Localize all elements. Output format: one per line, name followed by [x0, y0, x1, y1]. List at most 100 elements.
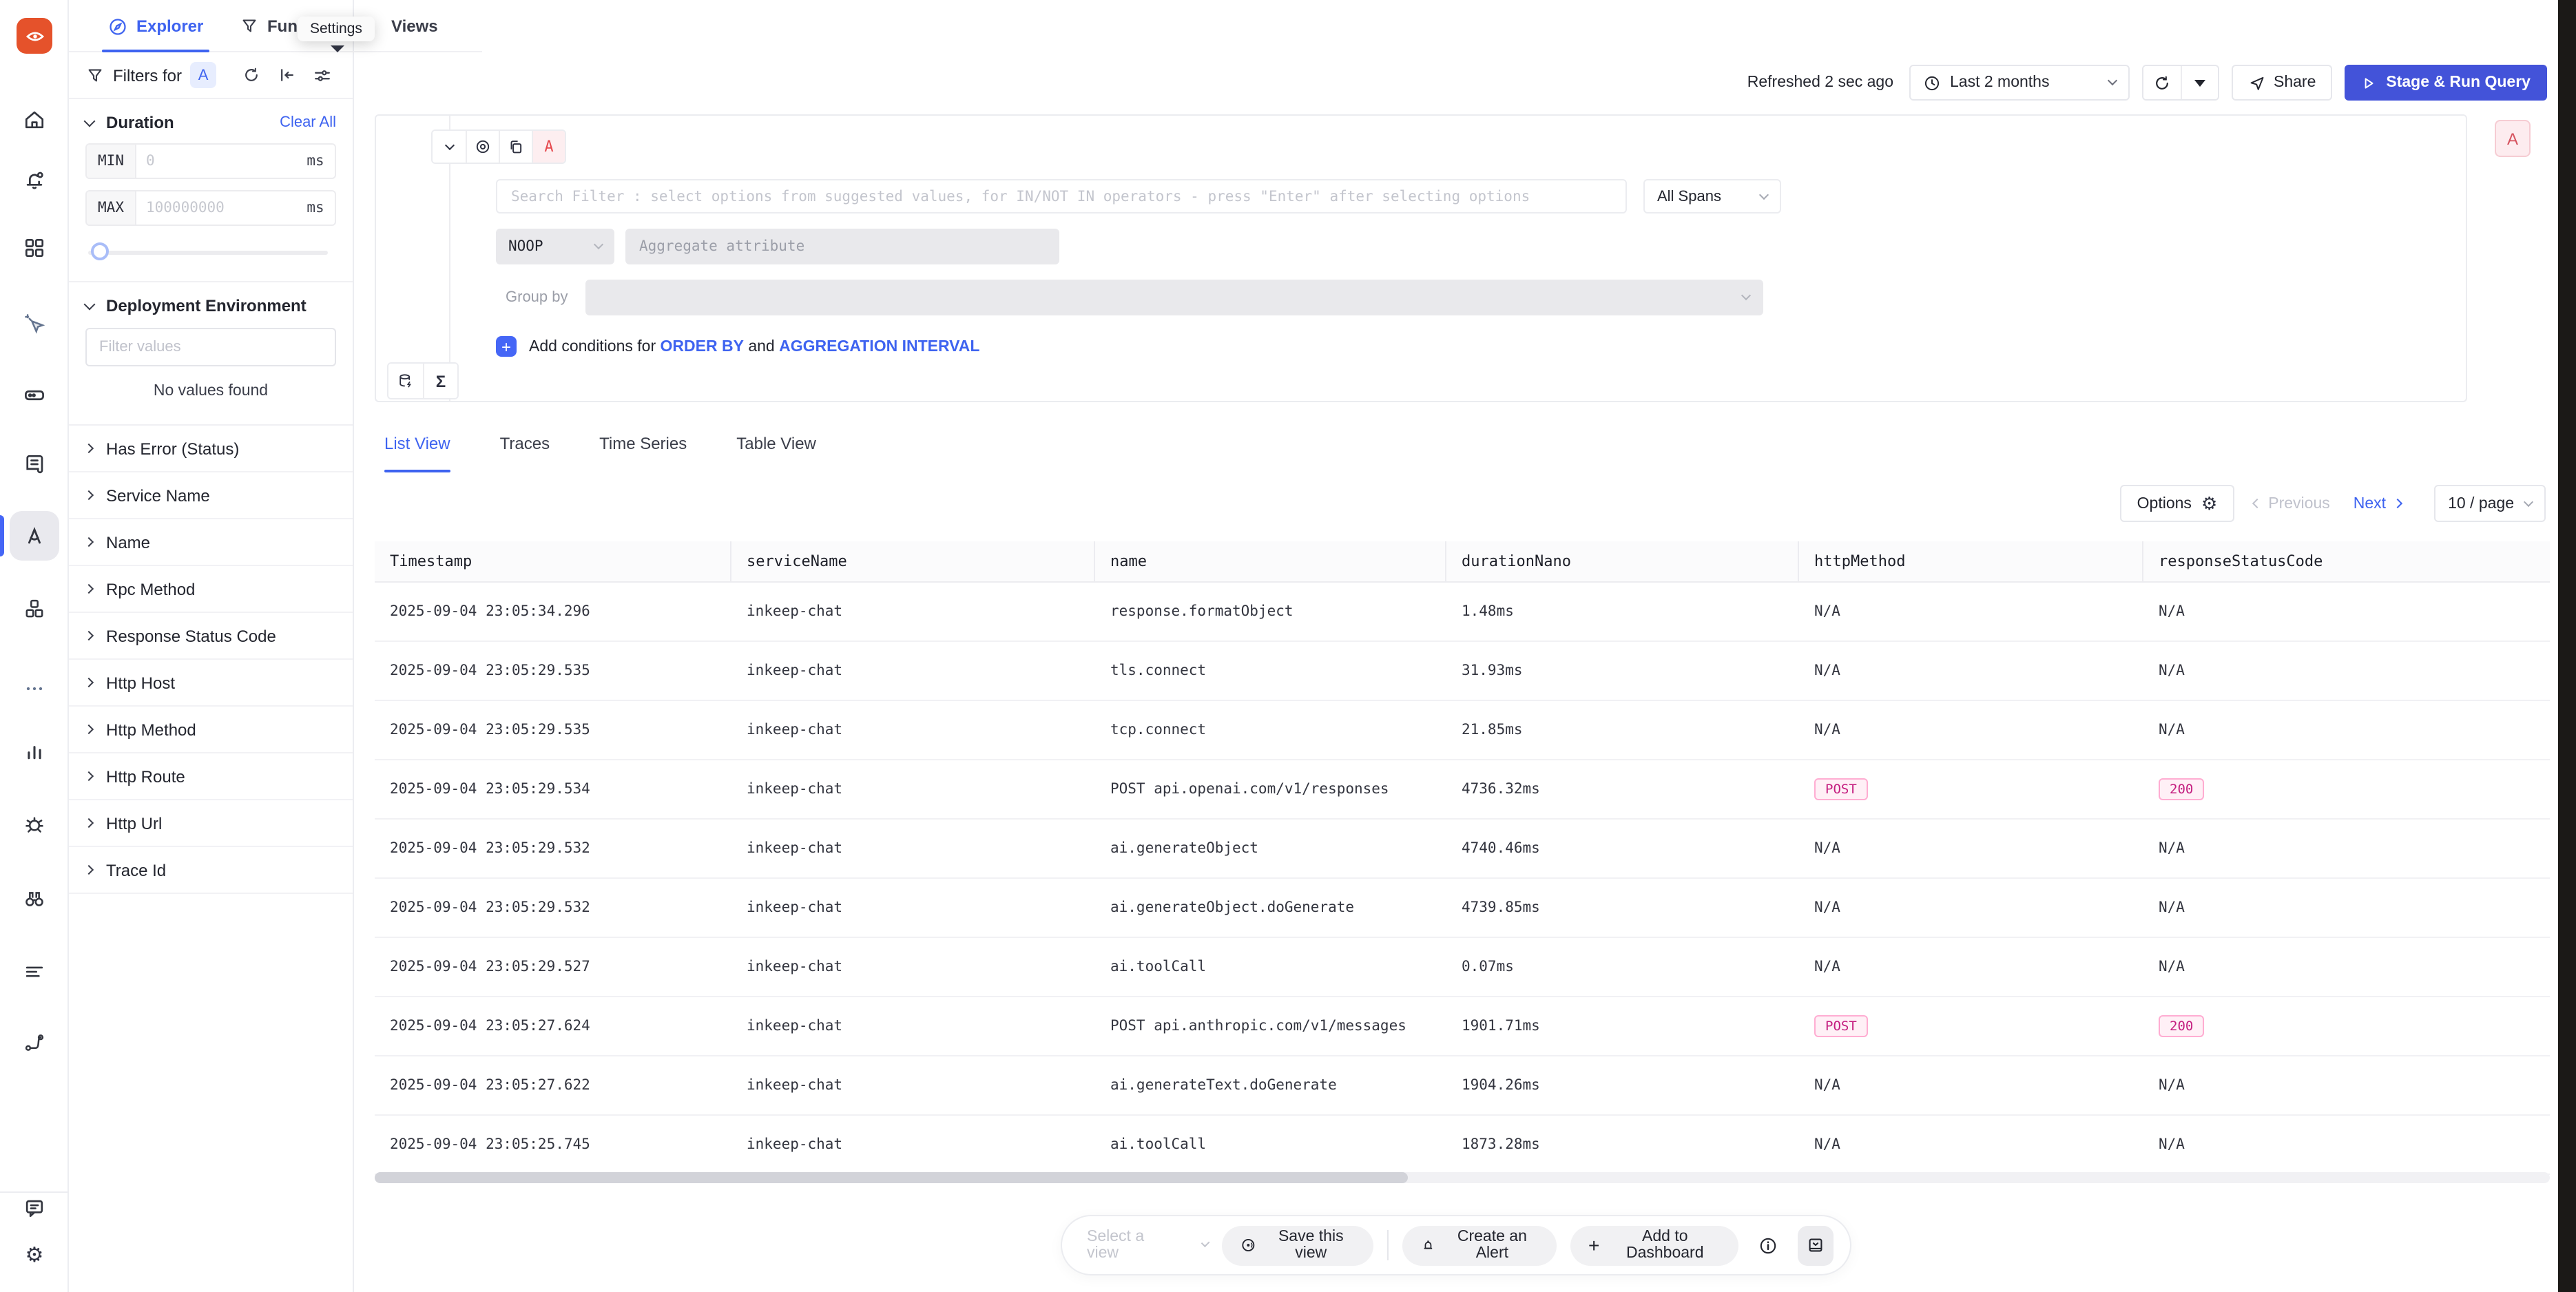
column-header-httpmethod[interactable]: httpMethod	[1799, 541, 2143, 581]
signoz-logo-icon[interactable]	[17, 18, 52, 54]
clear-all-link[interactable]: Clear All	[280, 114, 336, 131]
create-alert-button[interactable]: Create an Alert	[1402, 1225, 1557, 1265]
aggregation-interval-link[interactable]: AGGREGATION INTERVAL	[779, 338, 979, 355]
filter-category[interactable]: Http Method	[69, 707, 353, 753]
info-button[interactable]	[1752, 1227, 1784, 1263]
column-header-responsestatuscode[interactable]: responseStatusCode	[2143, 541, 2550, 581]
page-size-select[interactable]: 10 / page	[2434, 485, 2546, 522]
save-view-button[interactable]: Save this view	[1222, 1225, 1373, 1265]
column-header-servicename[interactable]: serviceName	[731, 541, 1095, 581]
sidebar-item-traces[interactable]	[0, 512, 69, 559]
cell-timestamp: 2025-09-04 23:05:29.527	[375, 938, 731, 996]
table-row[interactable]: 2025-09-04 23:05:27.622 inkeep-chat ai.g…	[375, 1056, 2550, 1116]
slider-handle[interactable]	[91, 242, 109, 260]
tab-table-view[interactable]: Table View	[736, 434, 816, 472]
chevron-down-icon	[444, 140, 454, 149]
duration-max-input[interactable]	[136, 191, 296, 225]
cell-duration: 1901.71ms	[1446, 997, 1799, 1055]
aggregate-attribute-input[interactable]	[625, 229, 1059, 264]
order-by-link[interactable]: ORDER BY	[661, 338, 744, 355]
table-row[interactable]: 2025-09-04 23:05:29.532 inkeep-chat ai.g…	[375, 820, 2550, 879]
sidebar-item-pipelines[interactable]	[0, 948, 69, 994]
filter-category[interactable]: Name	[69, 519, 353, 566]
tab-list-view[interactable]: List View	[384, 434, 450, 472]
sidebar-item-infrastructure[interactable]	[0, 372, 69, 419]
sidebar-item-support[interactable]	[0, 1185, 69, 1231]
sidebar-item-exceptions[interactable]	[0, 800, 69, 847]
time-range-value: Last 2 months	[1950, 74, 2049, 91]
table-row[interactable]: 2025-09-04 23:05:29.535 inkeep-chat tls.…	[375, 642, 2550, 701]
refresh-button[interactable]	[2143, 66, 2180, 99]
aggregate-operator-select[interactable]: NOOP	[496, 229, 614, 264]
options-button[interactable]: Options ⚙	[2121, 485, 2234, 522]
select-view-dropdown[interactable]: Select a view	[1087, 1229, 1208, 1262]
filter-settings-icon[interactable]	[309, 61, 336, 89]
filter-category[interactable]: Http Route	[69, 753, 353, 800]
tab-explorer[interactable]: Explorer	[107, 0, 203, 52]
table-row[interactable]: 2025-09-04 23:05:29.535 inkeep-chat tcp.…	[375, 701, 2550, 760]
window-edge-scrollbar[interactable]	[2558, 0, 2576, 1292]
copy-query-button[interactable]	[499, 131, 532, 163]
sidebar-item-home[interactable]	[0, 96, 69, 143]
filter-category[interactable]: Rpc Method	[69, 566, 353, 613]
chevron-right-icon	[84, 631, 94, 640]
table-row[interactable]: 2025-09-04 23:05:27.624 inkeep-chat POST…	[375, 997, 2550, 1056]
disc-icon	[1240, 1236, 1257, 1255]
sidebar-item-integrations[interactable]	[0, 585, 69, 632]
add-query-button[interactable]	[388, 364, 423, 398]
previous-page-button[interactable]: Previous	[2253, 495, 2330, 512]
duration-min-input[interactable]	[136, 145, 296, 178]
tab-time-series[interactable]: Time Series	[599, 434, 687, 472]
tab-views[interactable]: Views	[391, 0, 438, 52]
table-row[interactable]: 2025-09-04 23:05:25.745 inkeep-chat ai.t…	[375, 1116, 2550, 1175]
stage-run-query-button[interactable]: Stage & Run Query	[2345, 65, 2547, 101]
query-a-badge[interactable]: A	[190, 62, 216, 88]
filter-category[interactable]: Trace Id	[69, 847, 353, 894]
column-header-durationnano[interactable]: durationNano	[1446, 541, 1799, 581]
add-formula-button[interactable]: Σ	[423, 364, 457, 398]
chevron-down-icon[interactable]	[84, 115, 96, 127]
plus-icon[interactable]: +	[496, 336, 517, 357]
query-a-side-badge[interactable]: A	[2495, 120, 2531, 157]
sidebar-item-services[interactable]	[0, 300, 69, 347]
refresh-options-button[interactable]	[2180, 66, 2217, 99]
collapse-panel-icon[interactable]	[273, 61, 300, 89]
deployment-filter-input[interactable]	[85, 328, 336, 366]
sidebar-item-explore[interactable]	[0, 875, 69, 921]
sidebar-item-metrics[interactable]	[0, 727, 69, 774]
column-header-name[interactable]: name	[1095, 541, 1446, 581]
sidebar-item-logs[interactable]	[0, 441, 69, 488]
duration-slider[interactable]	[88, 242, 333, 262]
tab-traces[interactable]: Traces	[500, 434, 550, 472]
span-scope-select[interactable]: All Spans	[1643, 179, 1781, 213]
share-button[interactable]: Share	[2231, 65, 2332, 101]
add-to-dashboard-button[interactable]: + Add to Dashboard	[1570, 1225, 1738, 1265]
next-page-button[interactable]: Next	[2354, 495, 2401, 512]
filter-category[interactable]: Has Error (Status)	[69, 426, 353, 472]
chevron-down-icon[interactable]	[84, 298, 96, 310]
scrollbar-thumb[interactable]	[375, 1172, 1408, 1183]
table-row[interactable]: 2025-09-04 23:05:29.527 inkeep-chat ai.t…	[375, 938, 2550, 997]
collapse-query-button[interactable]	[433, 131, 466, 163]
toggle-visibility-button[interactable]	[466, 131, 499, 163]
query-a-toggle[interactable]: A	[532, 131, 565, 163]
sidebar-item-dashboards[interactable]	[0, 225, 69, 271]
sidebar-item-alerts[interactable]	[0, 157, 69, 204]
table-row[interactable]: 2025-09-04 23:05:34.296 inkeep-chat resp…	[375, 583, 2550, 642]
horizontal-scrollbar[interactable]	[375, 1172, 2550, 1183]
sidebar-item-settings[interactable]: ⚙	[0, 1231, 69, 1278]
table-row[interactable]: 2025-09-04 23:05:29.532 inkeep-chat ai.g…	[375, 879, 2550, 938]
column-header-timestamp[interactable]: Timestamp	[375, 541, 731, 581]
filter-category[interactable]: Response Status Code	[69, 613, 353, 660]
minimize-bar-button[interactable]	[1798, 1225, 1834, 1265]
filter-category[interactable]: Http Url	[69, 800, 353, 847]
sidebar-item-more[interactable]	[0, 665, 69, 712]
filter-category[interactable]: Http Host	[69, 660, 353, 707]
group-by-select[interactable]	[586, 280, 1764, 315]
table-row[interactable]: 2025-09-04 23:05:29.534 inkeep-chat POST…	[375, 760, 2550, 820]
search-filter-input[interactable]	[496, 179, 1627, 213]
refresh-filters-icon[interactable]	[237, 61, 264, 89]
time-range-select[interactable]: Last 2 months	[1909, 65, 2129, 101]
filter-category[interactable]: Service Name	[69, 472, 353, 519]
sidebar-item-routes[interactable]	[0, 1019, 69, 1066]
